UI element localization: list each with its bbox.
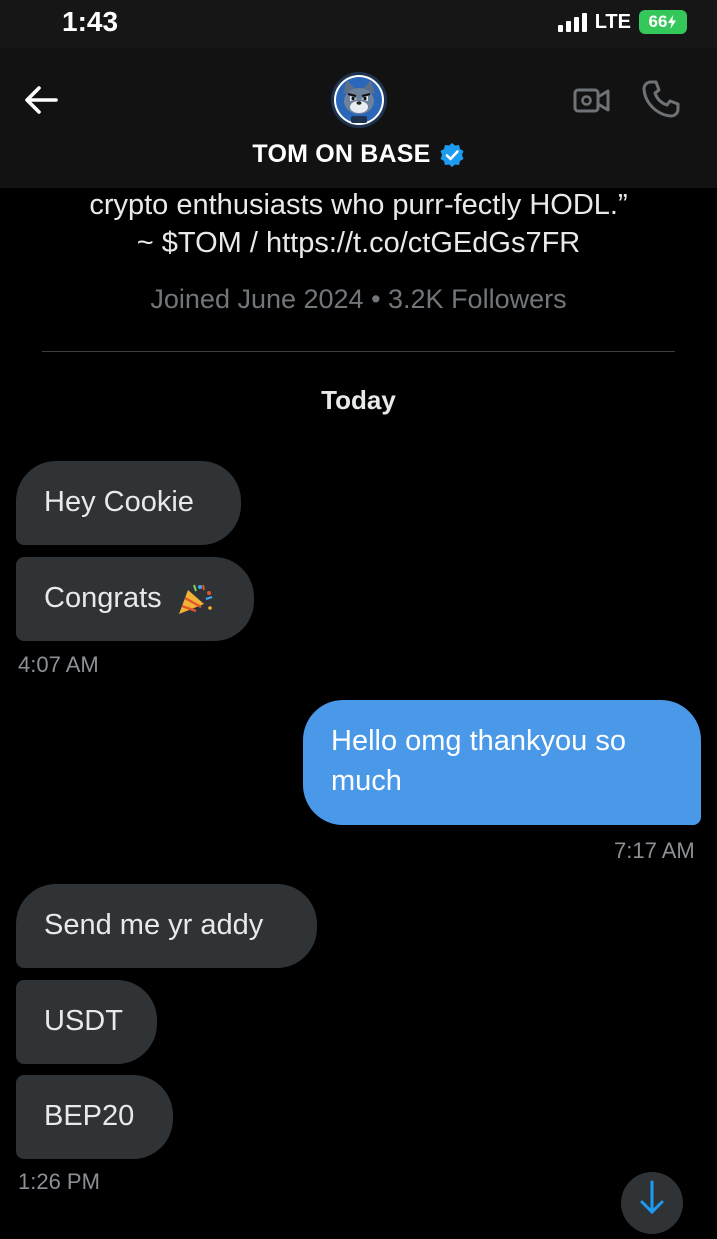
conversation-header: TOM ON BASE (0, 48, 717, 188)
profile-meta: Joined June 2024 • 3.2K Followers (150, 284, 567, 314)
message-text: Congrats (44, 582, 162, 614)
status-bar: 1:43 LTE 66 (0, 0, 717, 48)
verified-badge-icon (440, 142, 464, 167)
divider (42, 351, 675, 352)
date-separator: Today (321, 385, 396, 415)
message-text: BEP20 (44, 1100, 135, 1132)
phone-icon (642, 80, 680, 118)
message-text: Send me yr addy (44, 909, 264, 941)
message-bubble-outgoing[interactable]: Hello omg thankyou so much (303, 700, 701, 825)
message-text: Hey Cookie (44, 486, 194, 518)
message-bubble-incoming[interactable]: Congrats (16, 557, 254, 641)
video-call-button[interactable] (572, 82, 612, 118)
message-timestamp: 7:17 AM (614, 838, 695, 863)
message-text: USDT (44, 1005, 123, 1037)
arrow-down-icon (640, 1180, 664, 1215)
message-bubble-incoming[interactable]: BEP20 (16, 1075, 173, 1159)
battery-level: 66 (648, 12, 668, 31)
voice-call-button[interactable] (640, 78, 682, 120)
status-indicators: LTE 66 (557, 10, 687, 34)
contact-name: TOM ON BASE (252, 140, 431, 168)
battery-icon: 66 (639, 10, 687, 34)
avatar[interactable] (331, 72, 387, 128)
charging-bolt-icon (668, 15, 677, 29)
message-bubble-incoming[interactable]: USDT (16, 980, 157, 1064)
tom-cat-avatar-icon (331, 72, 387, 128)
conversation-title[interactable]: TOM ON BASE (0, 140, 717, 169)
arrow-left-icon (25, 86, 58, 114)
party-popper-icon (178, 585, 213, 615)
message-bubble-incoming[interactable]: Hey Cookie (16, 461, 241, 545)
signal-icon (557, 12, 587, 32)
bio-link-line[interactable]: ~ $TOM / https://t.co/ctGEdGs7FR (0, 224, 717, 262)
message-timestamp: 4:07 AM (18, 652, 99, 677)
status-time: 1:43 (62, 6, 119, 37)
video-camera-icon (573, 88, 610, 113)
network-label: LTE (594, 10, 631, 33)
message-bubble-incoming[interactable]: Send me yr addy (16, 884, 317, 968)
message-text-line: much (331, 765, 402, 797)
profile-bio: crypto enthusiasts who purr-fectly HODL.… (0, 186, 717, 262)
bio-line: crypto enthusiasts who purr-fectly HODL.… (89, 189, 628, 221)
back-button[interactable] (22, 82, 62, 118)
message-text-line: Hello omg thankyou so (331, 725, 626, 757)
message-timestamp: 1:26 PM (18, 1169, 100, 1194)
scroll-to-bottom-button[interactable] (621, 1172, 683, 1234)
